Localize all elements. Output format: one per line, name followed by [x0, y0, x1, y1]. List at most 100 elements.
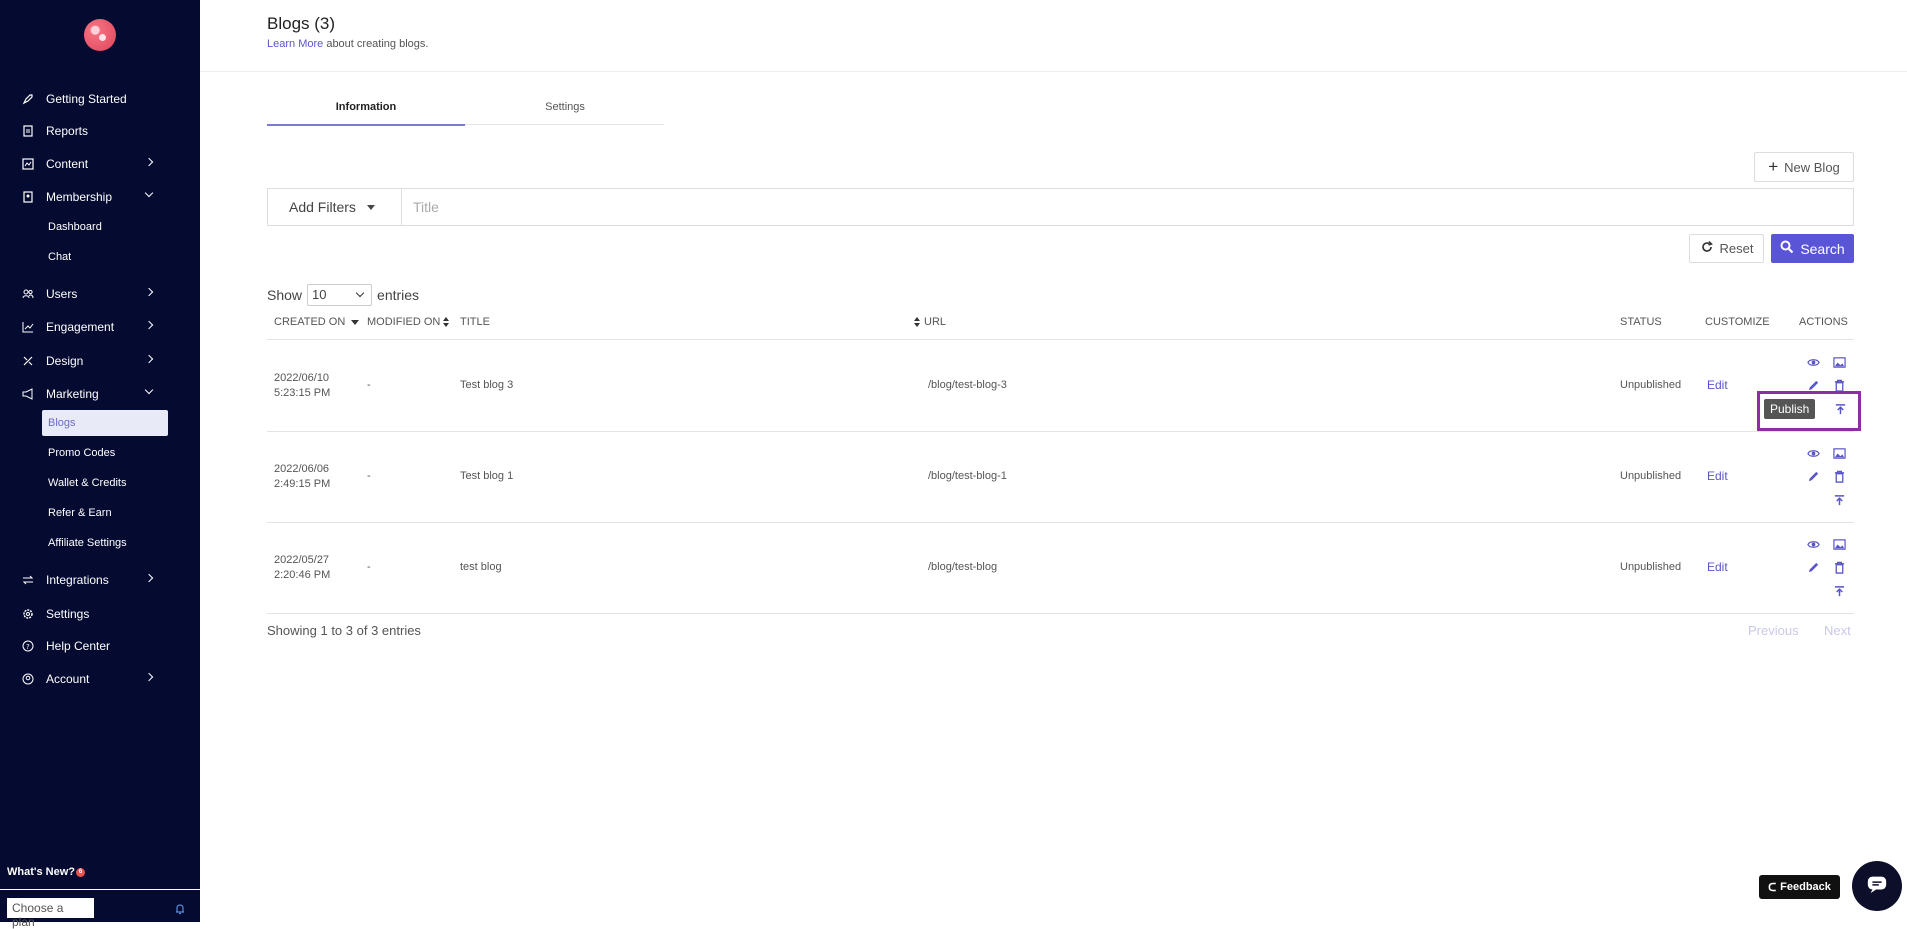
column-label: TITLE: [460, 316, 490, 328]
column-header-title[interactable]: TITLE: [460, 316, 490, 328]
edit-link[interactable]: Edit: [1707, 560, 1728, 574]
modified-on-cell: -: [367, 470, 371, 482]
trash-icon[interactable]: [1832, 378, 1846, 392]
sidebar-item-integrations[interactable]: Integrations: [0, 566, 200, 594]
edit-link[interactable]: Edit: [1707, 469, 1728, 483]
previous-button[interactable]: Previous: [1748, 623, 1799, 638]
eye-icon[interactable]: [1806, 537, 1820, 551]
column-header-created-on[interactable]: CREATED ON: [274, 316, 360, 328]
sidebar-item-label: Settings: [46, 607, 90, 621]
sidebar-subitem-refer-earn[interactable]: Refer & Earn: [42, 500, 168, 526]
trash-icon[interactable]: [1832, 469, 1846, 483]
sidebar-item-label: Design: [46, 354, 84, 368]
learn-more-link[interactable]: Learn More: [267, 38, 323, 50]
column-header-url[interactable]: URL: [911, 316, 946, 328]
svg-text:?: ?: [26, 643, 30, 651]
sidebar-item-settings[interactable]: Settings: [0, 600, 200, 628]
sidebar-item-membership[interactable]: Membership: [0, 183, 200, 211]
sidebar-item-getting-started[interactable]: Getting Started: [0, 85, 200, 113]
image-icon[interactable]: [1832, 446, 1846, 460]
publish-icon[interactable]: [1832, 493, 1846, 507]
whats-new-link[interactable]: What's New? 6: [7, 866, 86, 878]
sidebar-item-marketing[interactable]: Marketing: [0, 380, 200, 408]
show-entries: Show 10 entries: [267, 284, 419, 306]
sidebar-item-label: Marketing: [46, 387, 99, 401]
sidebar-item-label: Engagement: [46, 320, 115, 334]
sidebar-subitem-blogs[interactable]: Blogs: [42, 410, 168, 436]
reset-label: Reset: [1719, 241, 1754, 256]
column-label: URL: [924, 316, 947, 328]
created-date: 2022/05/27: [274, 554, 330, 566]
app-logo[interactable]: [84, 19, 116, 51]
page-title: Blogs (3): [267, 14, 336, 33]
image-icon[interactable]: [1832, 537, 1846, 551]
title-search-input[interactable]: [403, 189, 1853, 225]
plan-select[interactable]: Choose a plan: [7, 898, 94, 929]
entries-per-page-select[interactable]: 10: [307, 284, 373, 306]
sidebar-item-help-center[interactable]: ? Help Center: [0, 632, 200, 660]
column-label: ACTIONS: [1799, 316, 1848, 328]
chevron-right-icon: [144, 320, 154, 330]
publish-icon[interactable]: [1832, 584, 1846, 598]
new-blog-label: New Blog: [1784, 159, 1840, 175]
help-icon: ?: [22, 640, 34, 652]
status-cell: Unpublished: [1620, 561, 1682, 573]
add-filters-button[interactable]: Add Filters: [268, 189, 402, 225]
eye-icon[interactable]: [1806, 355, 1820, 369]
sidebar-item-label: Account: [46, 672, 90, 686]
created-on-cell: 2022/06/10 5:23:15 PM: [274, 371, 330, 401]
pencil-icon[interactable]: [1806, 469, 1820, 483]
sidebar-item-account[interactable]: Account: [0, 665, 200, 693]
sidebar-item-label: Help Center: [46, 639, 111, 653]
sidebar-subitem-wallet-credits[interactable]: Wallet & Credits: [42, 470, 168, 496]
pagination-info: Showing 1 to 3 of 3 entries: [267, 623, 421, 638]
column-header-modified-on[interactable]: MODIFIED ON: [367, 316, 453, 328]
sidebar-subitem-chat[interactable]: Chat: [42, 244, 168, 270]
reset-button[interactable]: Reset: [1689, 234, 1764, 263]
pencil-icon[interactable]: [1806, 560, 1820, 574]
sort-desc-icon: [351, 319, 360, 325]
table-divider: [267, 613, 1854, 614]
table-row: 2022/06/10 5:23:15 PM - Test blog 3 /blo…: [267, 340, 1854, 431]
pencil-icon[interactable]: [1806, 378, 1820, 392]
sidebar-item-reports[interactable]: Reports: [0, 117, 200, 145]
caret-down-icon: [366, 204, 375, 210]
new-blog-button[interactable]: + New Blog: [1754, 152, 1854, 182]
sidebar-subitem-dashboard[interactable]: Dashboard: [42, 214, 168, 240]
eye-icon[interactable]: [1806, 446, 1820, 460]
url-cell: /blog/test-blog-1: [928, 470, 1007, 482]
next-button[interactable]: Next: [1824, 623, 1851, 638]
edit-link[interactable]: Edit: [1707, 378, 1728, 392]
tab-settings[interactable]: Settings: [466, 101, 664, 125]
sidebar-subitem-affiliate-settings[interactable]: Affiliate Settings: [42, 530, 168, 556]
sidebar-item-engagement[interactable]: Engagement: [0, 313, 200, 341]
feedback-button[interactable]: ᑕ Feedback: [1759, 875, 1840, 899]
add-filters-label: Add Filters: [289, 199, 356, 215]
reset-icon: [1700, 240, 1714, 257]
report-icon: [22, 125, 34, 137]
feedback-icon: ᑕ: [1768, 881, 1777, 894]
content-icon: [22, 158, 34, 170]
bell-icon[interactable]: [174, 902, 186, 915]
gear-icon: [22, 608, 34, 620]
search-button[interactable]: Search: [1771, 234, 1854, 263]
sidebar-item-content[interactable]: Content: [0, 150, 200, 178]
tab-information[interactable]: Information: [267, 101, 465, 126]
column-label: MODIFIED ON: [367, 316, 441, 328]
entries-suffix: entries: [377, 287, 420, 303]
created-on-cell: 2022/06/06 2:49:15 PM: [274, 462, 330, 492]
column-header-status: STATUS: [1620, 316, 1662, 328]
sidebar: Getting Started Reports Content Membersh…: [0, 0, 200, 929]
trash-icon[interactable]: [1832, 560, 1846, 574]
image-icon[interactable]: [1832, 355, 1846, 369]
engagement-icon: [22, 321, 34, 333]
chat-button[interactable]: [1852, 861, 1902, 911]
url-cell: /blog/test-blog-3: [928, 379, 1007, 391]
chevron-right-icon: [144, 573, 154, 583]
search-icon: [1780, 240, 1794, 257]
sidebar-subitem-promo-codes[interactable]: Promo Codes: [42, 440, 168, 466]
sidebar-item-design[interactable]: Design: [0, 347, 200, 375]
sidebar-item-users[interactable]: Users: [0, 280, 200, 308]
column-label: CUSTOMIZE: [1705, 316, 1770, 328]
sidebar-item-label: Content: [46, 157, 89, 171]
